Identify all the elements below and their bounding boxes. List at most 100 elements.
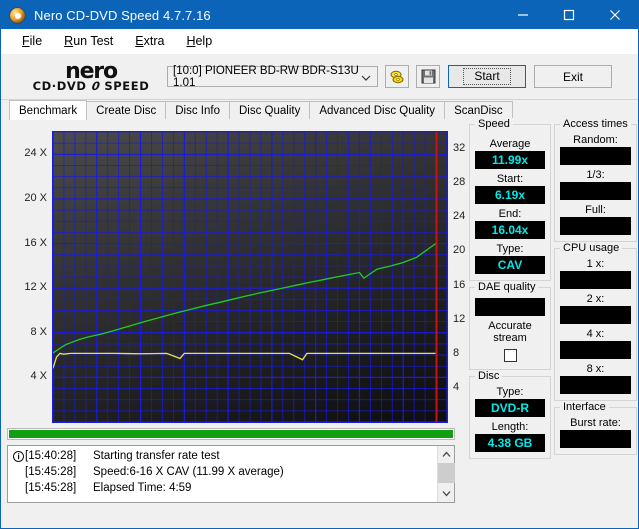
cpu-2x-value — [560, 306, 631, 324]
tab-disc-info[interactable]: Disc Info — [165, 101, 230, 120]
y-tick-left: 8 X — [30, 325, 47, 338]
y-tick-right: 20 — [453, 244, 466, 257]
log-message: Speed:6-16 X CAV (11.99 X average) — [93, 466, 284, 478]
access-random-value — [560, 147, 631, 165]
y-tick-right: 4 — [453, 380, 460, 393]
log-row: [15:40:28] Starting transfer rate test — [11, 448, 437, 464]
start-button-label: Start — [463, 68, 511, 85]
accurate-stream-checkbox[interactable] — [503, 349, 517, 362]
panel-disc-caption: Disc — [475, 370, 503, 382]
info-icon — [11, 450, 25, 462]
tab-advanced-disc-quality[interactable]: Advanced Disc Quality — [309, 101, 446, 120]
y-tick-right: 24 — [453, 210, 466, 223]
y-tick-right: 12 — [453, 312, 466, 325]
y-tick-left: 16 X — [24, 236, 47, 249]
cpu-1x-value — [560, 271, 631, 289]
speed-end-label: End: — [498, 208, 522, 220]
y-tick-right: 32 — [453, 142, 466, 155]
scroll-up-icon[interactable] — [442, 446, 451, 463]
disc-length-value: 4.38 GB — [475, 434, 545, 452]
menu-extra[interactable]: Extra — [124, 32, 175, 50]
benchmark-right-column: Speed Average 11.99x Start: 6.19x End: 1… — [467, 118, 637, 528]
menu-file[interactable]: File — [11, 32, 53, 50]
drive-select[interactable]: [10:0] PIONEER BD-RW BDR-S13U 1.01 — [167, 64, 378, 89]
app-icon — [9, 6, 26, 24]
y-tick-right: 8 — [453, 346, 460, 359]
speed-end-value: 16.04x — [475, 221, 545, 239]
eject-disc-button[interactable] — [385, 65, 409, 88]
log-lines: [15:40:28] Starting transfer rate test [15… — [8, 446, 437, 502]
disc-type-value: DVD-R — [475, 399, 545, 417]
access-third-value — [560, 182, 631, 200]
panel-dae-quality: DAE quality Accurate stream — [469, 281, 551, 370]
benchmark-left-column: 4 X8 X12 X16 X20 X24 X 48121620242832 0.… — [5, 124, 467, 528]
y-tick-left: 4 X — [30, 370, 47, 383]
cpu-4x-value — [560, 341, 631, 359]
chart-svg — [53, 132, 447, 422]
cpu-8x-label: 8 x: — [586, 363, 605, 375]
tab-benchmark[interactable]: Benchmark — [9, 100, 88, 120]
drive-select-value: [10:0] PIONEER BD-RW BDR-S13U 1.01 — [173, 64, 359, 89]
toolbar: nero CD·DVD 0 SPEED [10:0] PIONEER BD-RW… — [1, 54, 638, 100]
log-timestamp: [15:40:28] — [25, 450, 77, 462]
benchmark-chart: 4 X8 X12 X16 X20 X24 X 48121620242832 0.… — [5, 124, 467, 439]
cpu-2x-label: 2 x: — [586, 293, 605, 305]
exit-button[interactable]: Exit — [534, 65, 612, 88]
access-random-label: Random: — [573, 134, 618, 146]
y-tick-right: 28 — [453, 176, 466, 189]
scroll-down-icon[interactable] — [442, 485, 451, 502]
access-full-label: Full: — [585, 204, 606, 216]
y-tick-right: 16 — [453, 278, 466, 291]
nero-logo: nero CD·DVD 0 SPEED — [27, 60, 155, 93]
log-message: Starting transfer rate test — [93, 450, 220, 462]
interface-burst-value — [560, 430, 631, 448]
chart-plot-area — [52, 131, 448, 423]
start-button[interactable]: Start — [448, 65, 526, 88]
log-scrollbar[interactable] — [437, 446, 455, 502]
dae-accurate-label-2: stream — [493, 332, 527, 344]
panel-cpu-usage: CPU usage 1 x: 2 x: 4 x: 8 x: — [554, 242, 637, 401]
speed-average-label: Average — [489, 138, 531, 150]
menu-bar: File Run Test Extra Help — [1, 29, 638, 54]
main-content: 4 X8 X12 X16 X20 X24 X 48121620242832 0.… — [1, 118, 638, 528]
window-title: Nero CD-DVD Speed 4.7.7.16 — [34, 7, 211, 23]
close-button[interactable] — [592, 1, 638, 29]
log-message: Elapsed Time: 4:59 — [93, 482, 192, 494]
speed-type-value: CAV — [475, 256, 545, 274]
cpu-1x-label: 1 x: — [586, 258, 605, 270]
interface-burst-label: Burst rate: — [570, 417, 621, 429]
panel-speed-caption: Speed — [475, 118, 513, 130]
app-window: Nero CD-DVD Speed 4.7.7.16 File Run Test… — [0, 0, 639, 529]
panel-access-times: Access times Random: 1/3: Full: — [554, 118, 637, 242]
cpu-8x-value — [560, 376, 631, 394]
minimize-button[interactable] — [500, 1, 546, 29]
progress-bar — [7, 428, 455, 440]
chevron-down-icon — [361, 73, 371, 85]
log-timestamp: [15:45:28] — [25, 466, 77, 478]
title-bar: Nero CD-DVD Speed 4.7.7.16 — [1, 1, 638, 29]
logo-line-2: CD·DVD 0 SPEED — [32, 78, 150, 93]
exit-button-label: Exit — [562, 69, 583, 84]
menu-run-test[interactable]: Run Test — [53, 32, 124, 50]
progress-bar-fill — [9, 430, 453, 438]
panel-interface-caption: Interface — [560, 401, 609, 413]
dae-value — [475, 298, 545, 316]
tab-disc-quality[interactable]: Disc Quality — [229, 101, 311, 120]
speed-average-value: 11.99x — [475, 151, 545, 169]
save-button[interactable] — [416, 65, 440, 88]
tab-create-disc[interactable]: Create Disc — [86, 101, 167, 120]
y-tick-left: 24 X — [24, 147, 47, 160]
disc-type-label: Type: — [496, 386, 524, 398]
cpu-4x-label: 4 x: — [586, 328, 605, 340]
tab-strip: Benchmark Create Disc Disc Info Disc Qua… — [1, 100, 638, 120]
disc-length-label: Length: — [491, 421, 529, 433]
access-full-value — [560, 217, 631, 235]
panel-access-caption: Access times — [560, 118, 631, 130]
scrollbar-thumb[interactable] — [437, 463, 455, 483]
maximize-button[interactable] — [546, 1, 592, 29]
access-third-label: 1/3: — [586, 169, 605, 181]
panel-disc: Disc Type: DVD-R Length: 4.38 GB — [469, 370, 551, 459]
panel-cpu-caption: CPU usage — [560, 242, 623, 254]
menu-help[interactable]: Help — [175, 32, 223, 50]
speed-type-label: Type: — [496, 243, 524, 255]
